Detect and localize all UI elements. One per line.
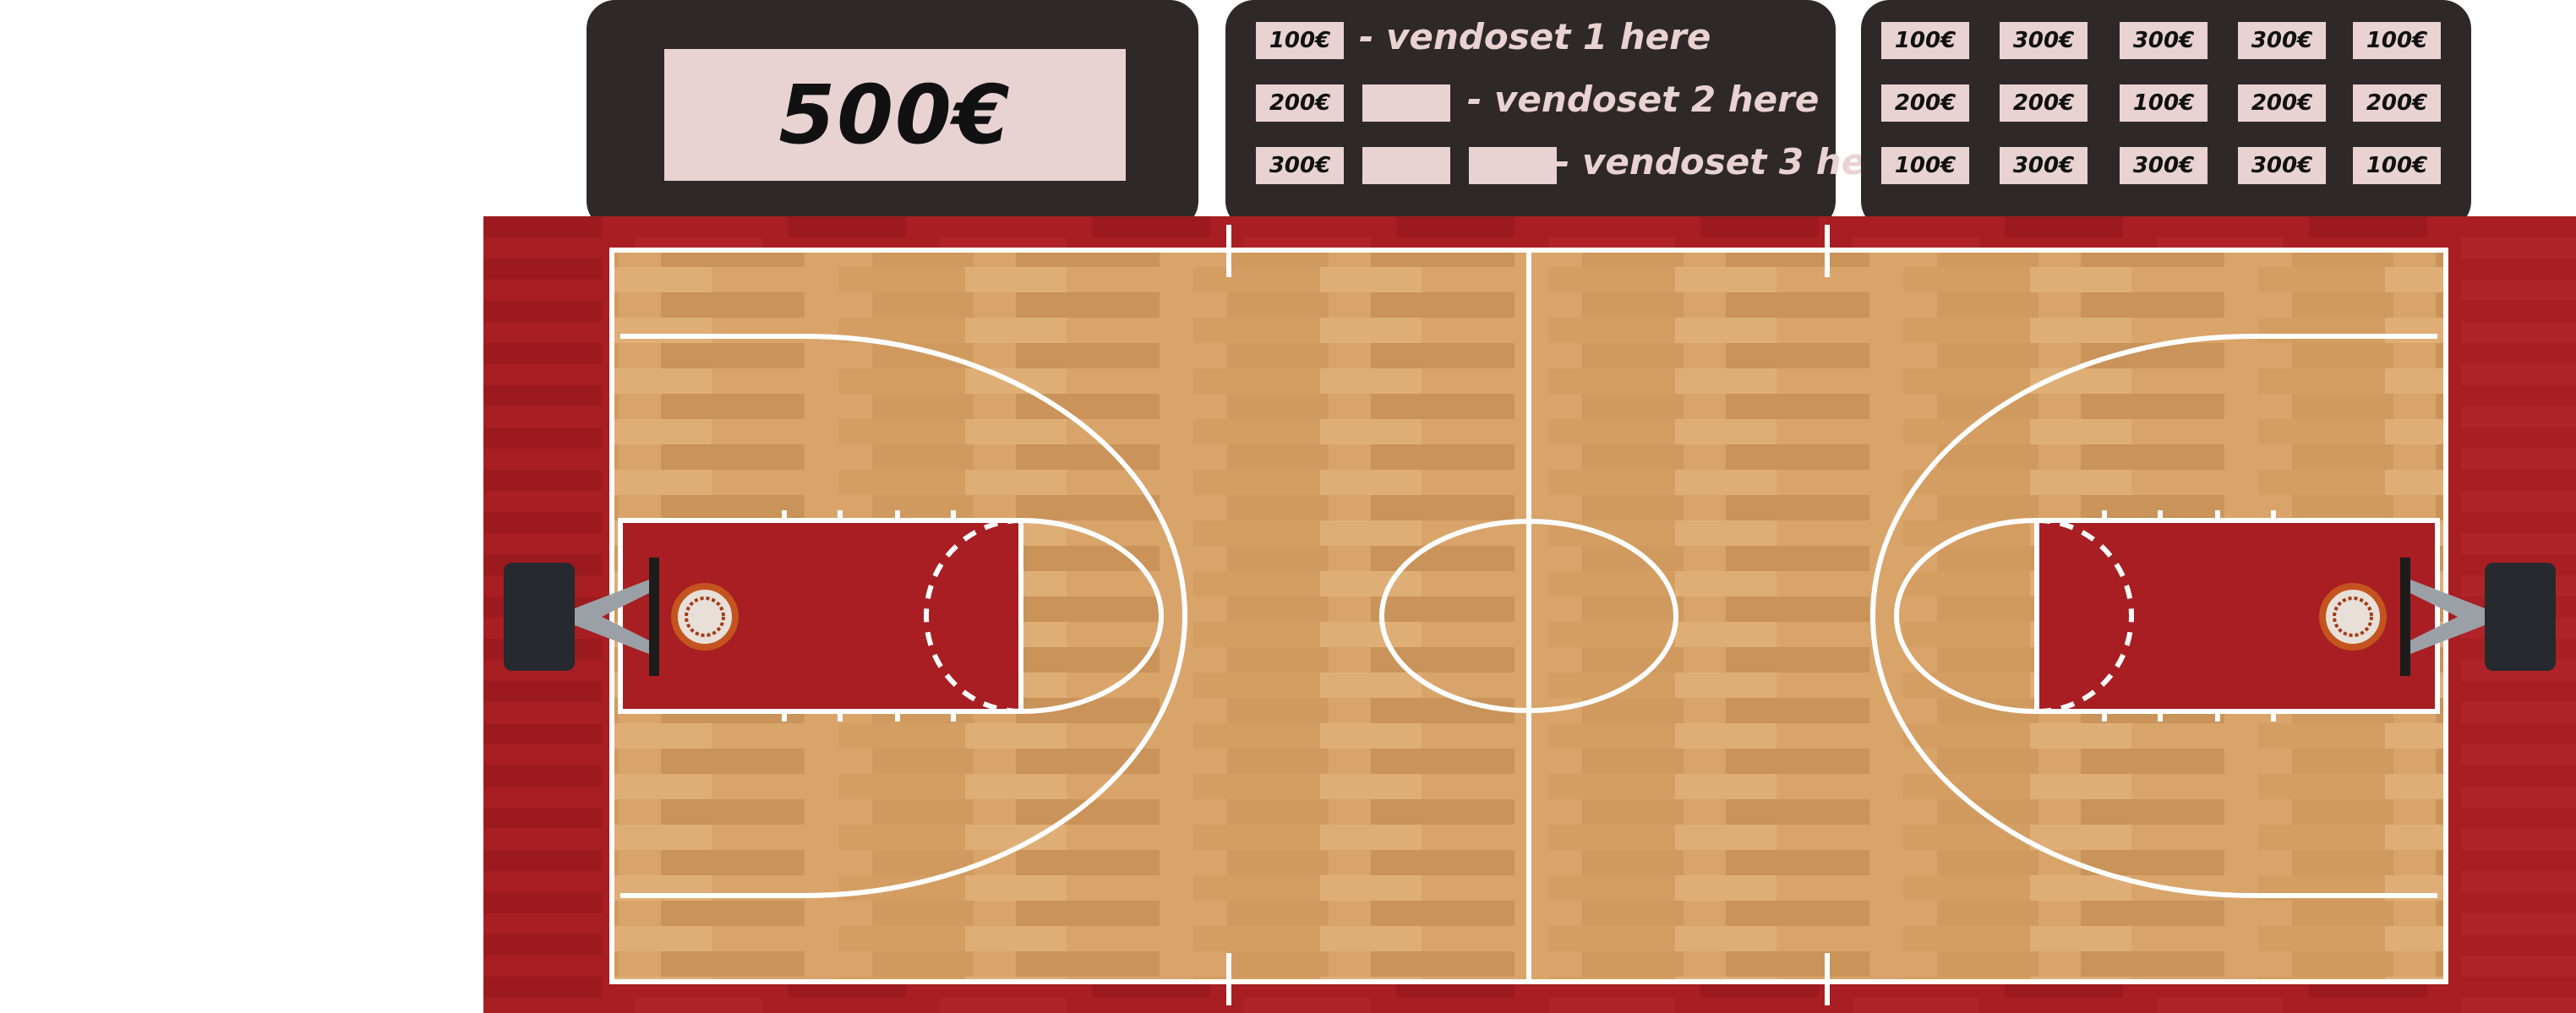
- court-graphic: [483, 216, 2576, 1013]
- grid-chip[interactable]: 100€: [2353, 22, 2441, 59]
- grid-chip[interactable]: 200€: [2353, 84, 2441, 122]
- ticket-chip-row1[interactable]: 100€: [1256, 22, 1344, 59]
- tickets-panel: 100€ - vendoset 1 here 200€ - vendoset 2…: [1225, 0, 1907, 230]
- grid-chip[interactable]: 100€: [1881, 147, 1969, 184]
- grid-chip[interactable]: 300€: [2238, 147, 2326, 184]
- basketball-court: [483, 216, 2576, 1013]
- grid-chip[interactable]: 200€: [2000, 84, 2088, 122]
- ticket-chip-row2[interactable]: 200€: [1256, 84, 1344, 122]
- grid-chip[interactable]: 300€: [2000, 22, 2088, 59]
- grid-chip[interactable]: 100€: [2120, 84, 2208, 122]
- drop-slot-row3-1[interactable]: [1362, 147, 1450, 184]
- drop-label-row1: - vendoset 1 here: [1359, 16, 1711, 57]
- grid-chip[interactable]: 200€: [2238, 84, 2326, 122]
- grid-chip[interactable]: 200€: [1881, 84, 1969, 122]
- drop-label-row3: - vendoset 3 here: [1555, 141, 1907, 182]
- ticket-grid-panel: 100€ 300€ 300€ 300€ 100€ 200€ 200€ 100€ …: [1861, 0, 2471, 230]
- total-amount: 500€: [664, 49, 1126, 181]
- grid-chip[interactable]: 100€: [1881, 22, 1969, 59]
- grid-chip[interactable]: 300€: [2238, 22, 2326, 59]
- ticket-chip-row3[interactable]: 300€: [1256, 147, 1344, 184]
- grid-chip[interactable]: 100€: [2353, 147, 2441, 184]
- drop-slot-row2-1[interactable]: [1362, 84, 1450, 122]
- grid-chip[interactable]: 300€: [2000, 147, 2088, 184]
- drop-label-row2: - vendoset 2 here: [1467, 79, 1820, 120]
- drop-slot-row3-2[interactable]: [1469, 147, 1557, 184]
- total-panel: 500€: [587, 0, 1198, 230]
- grid-chip[interactable]: 300€: [2120, 147, 2208, 184]
- grid-chip[interactable]: 300€: [2120, 22, 2208, 59]
